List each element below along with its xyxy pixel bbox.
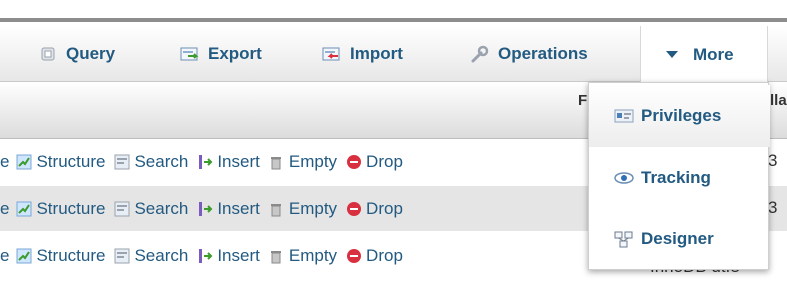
insert-label: Insert — [217, 199, 260, 218]
row-leading-text: e — [0, 246, 10, 265]
empty-label: Empty — [288, 199, 338, 218]
search-action[interactable]: Search — [113, 246, 188, 266]
insert-action[interactable]: Insert — [196, 199, 260, 219]
header-col-f: F — [578, 92, 588, 109]
drop-icon — [345, 154, 362, 171]
more-dropdown-menu: Privileges Tracking Designer — [588, 82, 770, 270]
menu-item-privileges-label: Privileges — [641, 106, 722, 125]
insert-label: Insert — [217, 152, 260, 171]
header-col-collation: lla — [770, 92, 787, 109]
tab-operations-label: Operations — [498, 44, 588, 63]
tab-export[interactable]: Export — [180, 26, 262, 82]
menu-item-designer[interactable]: Designer — [589, 208, 770, 270]
tab-query-label: Query — [66, 44, 116, 63]
empty-action[interactable]: Empty — [268, 246, 337, 266]
insert-icon — [196, 201, 213, 218]
query-icon — [38, 44, 58, 64]
privileges-icon — [613, 106, 635, 126]
tab-bar: Query Export Import Operations More — [0, 26, 787, 83]
insert-action[interactable]: Insert — [196, 152, 260, 172]
structure-icon — [15, 201, 32, 218]
drop-action[interactable]: Drop — [345, 199, 403, 219]
insert-icon — [196, 154, 213, 171]
top-border — [0, 0, 787, 22]
drop-label: Drop — [366, 199, 403, 218]
export-icon — [180, 44, 200, 64]
drop-label: Drop — [366, 246, 403, 265]
tab-import[interactable]: Import — [322, 26, 403, 82]
structure-icon — [15, 154, 32, 171]
drop-action[interactable]: Drop — [345, 152, 403, 172]
tab-operations[interactable]: Operations — [470, 26, 588, 82]
menu-item-tracking-label: Tracking — [641, 168, 711, 187]
triangle-down-icon — [665, 45, 679, 65]
trash-icon — [268, 248, 285, 265]
menu-item-privileges[interactable]: Privileges — [589, 85, 770, 147]
import-icon — [322, 44, 342, 64]
search-action[interactable]: Search — [113, 199, 188, 219]
insert-action[interactable]: Insert — [196, 246, 260, 266]
search-label: Search — [134, 246, 189, 265]
trash-icon — [268, 154, 285, 171]
insert-icon — [196, 248, 213, 265]
row-leading-text: e — [0, 152, 10, 171]
empty-label: Empty — [288, 152, 338, 171]
structure-action[interactable]: Structure — [15, 246, 105, 266]
search-label: Search — [134, 152, 189, 171]
structure-action[interactable]: Structure — [15, 152, 105, 172]
row-leading-text: e — [0, 199, 10, 218]
empty-action[interactable]: Empty — [268, 152, 337, 172]
tab-query[interactable]: Query — [38, 26, 115, 82]
structure-icon — [15, 248, 32, 265]
tab-import-label: Import — [350, 44, 403, 63]
designer-icon — [613, 229, 635, 249]
drop-icon — [345, 201, 362, 218]
search-icon — [113, 248, 130, 265]
eye-icon — [613, 168, 635, 188]
drop-label: Drop — [366, 152, 403, 171]
search-icon — [113, 154, 130, 171]
empty-label: Empty — [288, 246, 338, 265]
tab-export-label: Export — [208, 44, 262, 63]
tab-more-label: More — [693, 44, 734, 64]
structure-action[interactable]: Structure — [15, 199, 105, 219]
search-label: Search — [134, 199, 189, 218]
wrench-icon — [470, 44, 490, 64]
insert-label: Insert — [217, 246, 260, 265]
phpmyadmin-window: Query Export Import Operations More F ll… — [0, 0, 787, 294]
trash-icon — [268, 201, 285, 218]
drop-icon — [345, 248, 362, 265]
drop-action[interactable]: Drop — [345, 246, 403, 266]
search-action[interactable]: Search — [113, 152, 188, 172]
structure-label: Structure — [36, 152, 106, 171]
menu-item-designer-label: Designer — [641, 229, 714, 248]
tab-more[interactable]: More — [640, 26, 768, 83]
menu-item-tracking[interactable]: Tracking — [589, 147, 770, 209]
empty-action[interactable]: Empty — [268, 199, 337, 219]
structure-label: Structure — [36, 246, 106, 265]
search-icon — [113, 201, 130, 218]
structure-label: Structure — [36, 199, 106, 218]
